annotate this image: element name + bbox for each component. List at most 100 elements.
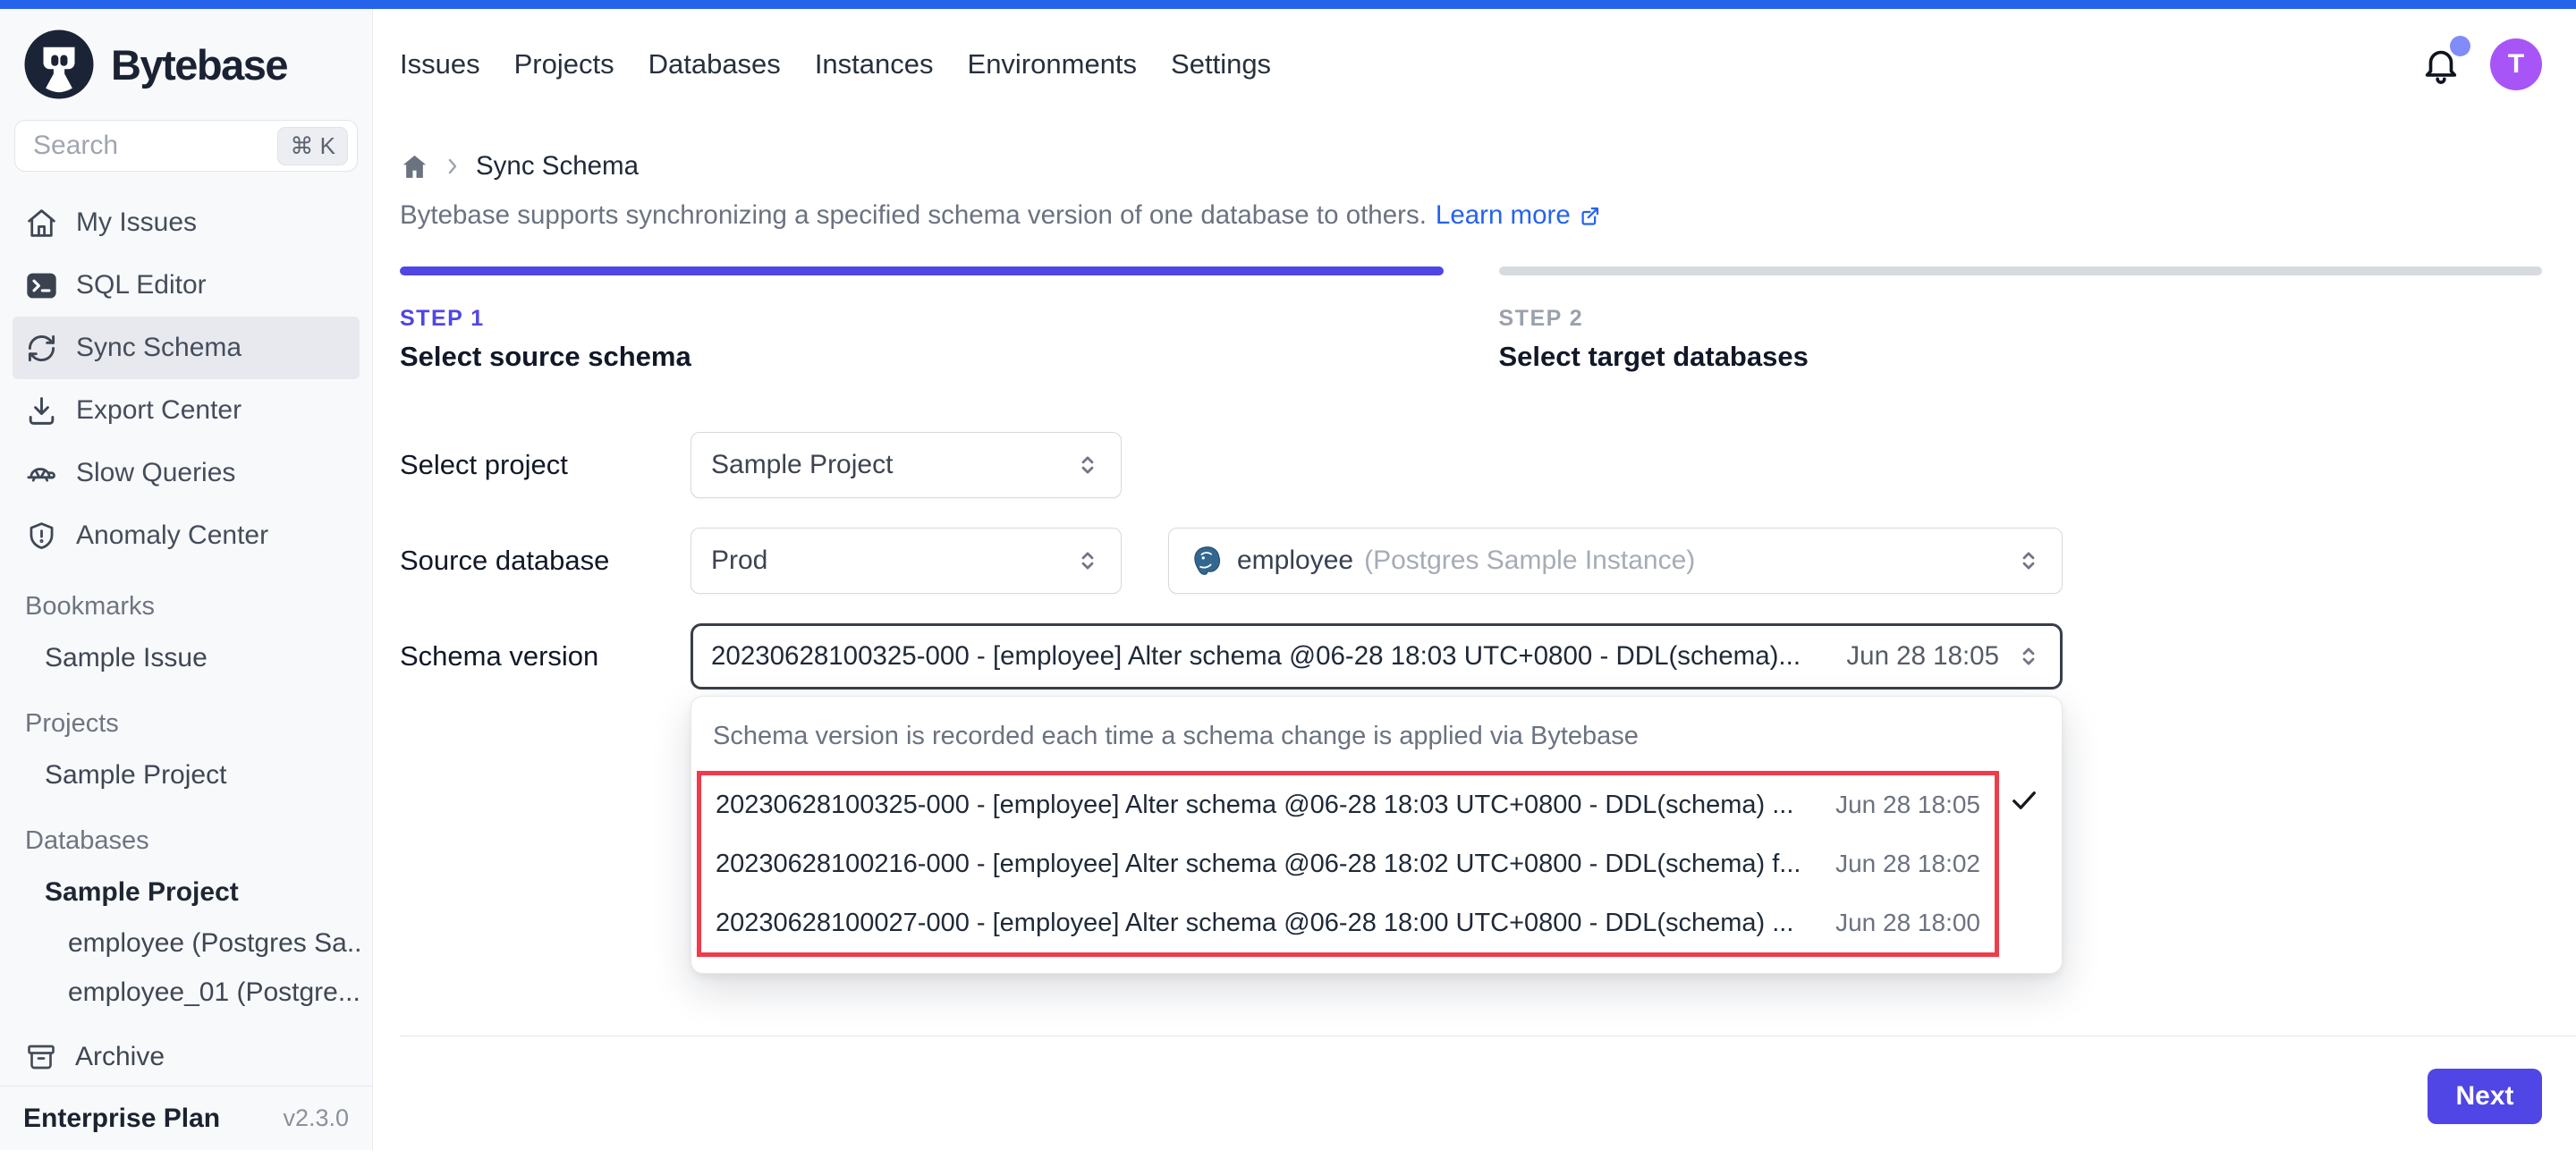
version-label: v2.3.0 [283, 1104, 349, 1132]
brand-logo[interactable]: Bytebase [0, 9, 372, 114]
option-time: Jun 28 18:02 [1819, 850, 1980, 878]
schema-version-value: 20230628100325-000 - [employee] Alter sc… [711, 641, 1801, 672]
sidebar-footer: Enterprise Plan v2.3.0 [0, 1086, 372, 1150]
source-database-label: Source database [400, 545, 691, 577]
sidebar-item-label: Archive [75, 1042, 165, 1072]
footer-actions: Next [400, 1036, 2542, 1124]
option-time: Jun 28 18:00 [1819, 909, 1980, 937]
unfold-icon [1074, 452, 1101, 478]
page-description: Bytebase supports synchronizing a specif… [400, 200, 2542, 231]
option-time: Jun 28 18:05 [1819, 791, 1980, 819]
sidebar-item-anomaly-center[interactable]: Anomaly Center [13, 504, 360, 567]
source-database-row: Source database Prod [400, 528, 2542, 594]
sidebar-item-sample-issue[interactable]: Sample Issue [13, 632, 360, 684]
external-link-icon [1578, 204, 1602, 228]
page-title: Sync Schema [476, 151, 639, 182]
sidebar-db-item-employee[interactable]: employee (Postgres Sa... [13, 918, 360, 968]
app-window: Bytebase Search ⌘ K My Issues SQL Editor… [0, 9, 2576, 1150]
sidebar-item-label: SQL Editor [76, 270, 207, 300]
sidebar-section-projects: Projects [13, 684, 360, 749]
notifications-button[interactable] [2420, 43, 2462, 86]
database-select[interactable]: employee (Postgres Sample Instance) [1168, 528, 2063, 594]
sidebar-db-group-sample-project[interactable]: Sample Project [13, 867, 360, 918]
sidebar-item-export-center[interactable]: Export Center [13, 379, 360, 442]
select-project-label: Select project [400, 449, 691, 481]
sidebar-item-sync-schema[interactable]: Sync Schema [13, 317, 360, 379]
sidebar-item-label: Export Center [76, 395, 242, 426]
download-icon [25, 394, 58, 427]
nav-item-databases[interactable]: Databases [648, 48, 781, 80]
brand-wordmark: Bytebase [111, 40, 287, 89]
project-select[interactable]: Sample Project [691, 432, 1122, 498]
step-1-label: STEP 1 [400, 306, 1444, 332]
select-project-row: Select project Sample Project [400, 432, 2542, 498]
top-nav-links: Issues Projects Databases Instances Envi… [400, 48, 1271, 80]
plan-label: Enterprise Plan [23, 1104, 220, 1134]
sidebar-item-sql-editor[interactable]: SQL Editor [13, 254, 360, 317]
nav-item-settings[interactable]: Settings [1171, 48, 1271, 80]
next-button[interactable]: Next [2428, 1069, 2542, 1124]
avatar[interactable]: T [2490, 38, 2542, 90]
step-2: STEP 2 Select target databases [1499, 266, 2543, 373]
option-text: 20230628100325-000 - [employee] Alter sc… [716, 791, 1793, 820]
database-select-instance: (Postgres Sample Instance) [1364, 546, 1695, 576]
sidebar-db-item-employee-01[interactable]: employee_01 (Postgre... [13, 968, 360, 1017]
unfold-icon [1074, 547, 1101, 574]
archive-icon [25, 1041, 57, 1073]
sidebar-item-label: Sync Schema [76, 333, 242, 363]
nav-item-environments[interactable]: Environments [968, 48, 1138, 80]
schema-version-option-3[interactable]: 20230628100027-000 - [employee] Alter sc… [701, 893, 1995, 952]
source-schema-form: Select project Sample Project Source dat… [400, 432, 2542, 1036]
main-area: Issues Projects Databases Instances Envi… [373, 9, 2576, 1150]
search-input[interactable]: Search ⌘ K [14, 120, 358, 172]
annotation-red-box: 20230628100325-000 - [employee] Alter sc… [697, 771, 1999, 957]
nav-item-projects[interactable]: Projects [514, 48, 614, 80]
schema-version-select[interactable]: 20230628100325-000 - [employee] Alter sc… [691, 623, 2063, 689]
search-placeholder: Search [33, 131, 277, 161]
dropdown-hint: Schema version is recorded each time a s… [691, 697, 2062, 771]
schema-version-option-2[interactable]: 20230628100216-000 - [employee] Alter sc… [701, 834, 1995, 893]
breadcrumb: Sync Schema [400, 147, 2542, 186]
environment-select[interactable]: Prod [691, 528, 1122, 594]
shield-alert-icon [25, 520, 58, 553]
database-select-name: employee [1237, 546, 1353, 576]
option-text: 20230628100027-000 - [employee] Alter sc… [716, 909, 1793, 938]
sidebar-item-sample-project[interactable]: Sample Project [13, 749, 360, 801]
breadcrumb-home-icon[interactable] [400, 152, 429, 182]
sidebar-item-my-issues[interactable]: My Issues [13, 191, 360, 254]
option-text: 20230628100216-000 - [employee] Alter sc… [716, 850, 1801, 879]
terminal-icon [25, 269, 58, 302]
nav-item-issues[interactable]: Issues [400, 48, 480, 80]
schema-version-label: Schema version [400, 640, 691, 673]
sidebar-item-archive[interactable]: Archive [0, 1028, 372, 1086]
step-2-label: STEP 2 [1499, 306, 2543, 332]
turtle-icon [25, 457, 58, 490]
postgres-icon [1189, 543, 1224, 579]
page-content: Sync Schema Bytebase supports synchroniz… [373, 120, 2576, 1150]
sidebar-item-slow-queries[interactable]: Slow Queries [13, 442, 360, 504]
project-select-value: Sample Project [711, 450, 893, 480]
nav-item-instances[interactable]: Instances [815, 48, 934, 80]
unfold-icon [2015, 547, 2042, 574]
bytebase-logo-icon [21, 27, 97, 102]
learn-more-link[interactable]: Learn more [1436, 200, 1602, 231]
unfold-icon [2015, 643, 2042, 670]
description-text: Bytebase supports synchronizing a specif… [400, 200, 1427, 231]
schema-version-time: Jun 28 18:05 [1826, 641, 1999, 672]
top-nav-right: T [2420, 38, 2542, 90]
step-1-bar [400, 266, 1444, 275]
sidebar-section-bookmarks: Bookmarks [13, 567, 360, 632]
search-shortcut-badge: ⌘ K [277, 127, 348, 165]
environment-select-value: Prod [711, 546, 767, 576]
schema-version-option-1[interactable]: 20230628100325-000 - [employee] Alter sc… [701, 775, 1995, 834]
step-1-title: Select source schema [400, 341, 1444, 373]
sidebar-item-label: My Issues [76, 207, 197, 238]
sidebar: Bytebase Search ⌘ K My Issues SQL Editor… [0, 9, 373, 1150]
step-2-bar [1499, 266, 2543, 275]
sidebar-section-databases: Databases [13, 801, 360, 867]
step-1: STEP 1 Select source schema [400, 266, 1444, 373]
top-nav: Issues Projects Databases Instances Envi… [373, 9, 2576, 120]
sidebar-db-item-employee-02[interactable]: employee_02 (Postgre... [13, 1017, 360, 1028]
home-icon [25, 207, 58, 240]
learn-more-text: Learn more [1436, 200, 1571, 231]
